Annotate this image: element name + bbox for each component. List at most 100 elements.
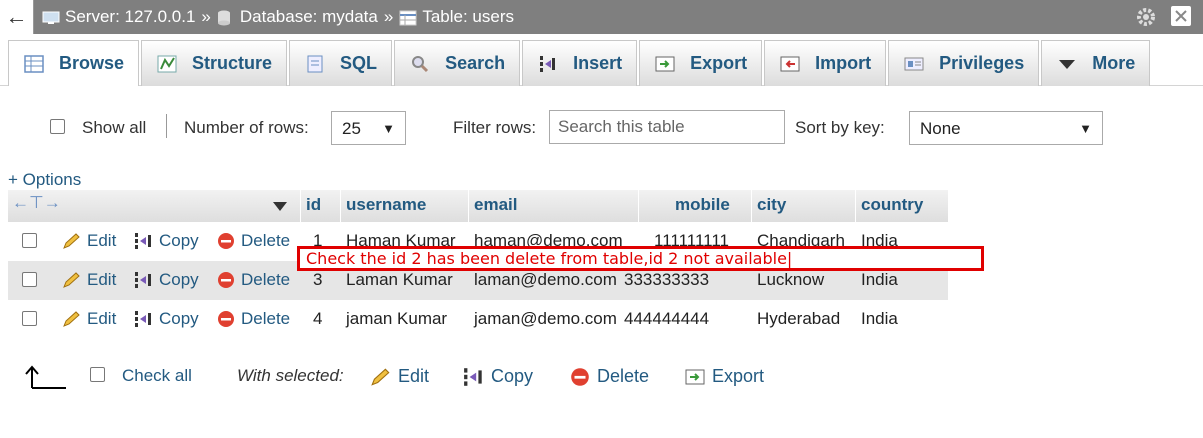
tab-search[interactable]: Search [394,40,521,86]
column-header-username[interactable]: username [346,195,426,215]
sort-by-value: None [920,119,961,138]
tab-label: Insert [573,53,623,73]
tab-label: Search [445,53,506,73]
edit-label: Edit [87,270,117,289]
row-checkbox[interactable] [22,311,37,326]
tab-privileges[interactable]: Privileges [888,40,1040,86]
bulk-copy-button[interactable]: Copy [463,366,533,387]
tab-export[interactable]: Export [639,40,763,86]
delete-icon [569,367,591,387]
cell-id: 3 [313,270,323,289]
copy-icon [134,232,154,250]
cell-email: jaman@demo.com [474,309,617,328]
bulk-delete-label: Delete [597,366,650,386]
cell-country: India [861,270,898,289]
table-header: ←⊤→ id username email mobile city countr… [8,190,948,222]
row-checkbox[interactable] [22,233,37,248]
table-icon [399,10,417,26]
sql-icon [304,54,326,74]
breadcrumb-server[interactable]: Server: 127.0.0.1 [65,7,195,27]
options-link[interactable]: + Options [8,170,81,190]
copy-icon [463,367,485,387]
column-header-city[interactable]: city [757,195,786,215]
copy-icon [134,271,154,289]
copy-label: Copy [159,270,199,289]
delete-button[interactable]: Delete [216,231,290,251]
tab-more[interactable]: More [1041,40,1151,86]
tab-structure[interactable]: Structure [141,40,288,86]
bulk-export-label: Export [712,366,765,386]
filter-rows-input[interactable]: Search this table [549,110,785,144]
filter-row: Show all Number of rows: 25 ▼ Filter row… [0,108,1203,148]
num-rows-select[interactable]: 25 ▼ [331,111,406,145]
check-all-label[interactable]: Check all [122,366,192,386]
bulk-edit-button[interactable]: Edit [370,366,429,387]
sort-menu-icon[interactable] [272,197,288,217]
tab-label: Import [815,53,872,73]
bulk-edit-label: Edit [398,366,430,386]
search-icon [409,54,431,74]
column-header-country[interactable]: country [861,195,923,215]
breadcrumb-table[interactable]: Table: users [422,7,514,27]
cell-username: Laman Kumar [346,270,453,289]
gear-icon[interactable] [1135,6,1157,28]
cell-city: Hyderabad [757,309,841,328]
column-header-id[interactable]: id [306,195,321,215]
bulk-delete-button[interactable]: Delete [569,366,649,387]
insert-icon [537,54,559,74]
edit-button[interactable]: Edit [62,231,116,251]
database-icon [217,10,235,26]
tab-label: More [1092,53,1136,73]
arrow-up-left-icon [22,364,68,390]
breadcrumb-separator: » [201,7,211,26]
chevron-down-icon: ▼ [1079,121,1092,136]
privileges-icon [903,54,925,74]
tab-import[interactable]: Import [764,40,887,86]
column-resize-icon[interactable]: ←⊤→ [12,193,61,213]
collapse-icon[interactable] [1171,6,1191,26]
tab-browse[interactable]: Browse [8,40,140,86]
num-rows-label: Number of rows: [184,118,309,137]
edit-button[interactable]: Edit [62,309,116,329]
column-header-email[interactable]: email [474,195,517,215]
pencil-icon [62,271,82,289]
delete-icon [216,232,236,250]
edit-label: Edit [87,309,117,328]
copy-button[interactable]: Copy [134,270,199,290]
top-bar: ← Server: 127.0.0.1 » Database: mydata »… [0,0,1203,34]
copy-button[interactable]: Copy [134,231,199,251]
annotation-note: Check the id 2 has been delete from tabl… [297,246,984,271]
filter-placeholder: Search this table [558,117,685,136]
bulk-export-button[interactable]: Export [684,366,764,387]
show-all-checkbox[interactable] [50,119,65,134]
filter-rows-label: Filter rows: [453,118,537,137]
structure-icon [156,54,178,74]
tab-sql[interactable]: SQL [289,40,393,86]
copy-label: Copy [159,231,199,250]
tab-label: Structure [192,53,273,73]
delete-label: Delete [241,309,291,328]
cell-mobile: 333333333 [624,270,710,289]
check-all-checkbox[interactable] [90,367,105,382]
tab-label: Browse [59,53,125,73]
show-all-label: Show all [82,118,147,137]
row-checkbox[interactable] [22,272,37,287]
copy-button[interactable]: Copy [134,309,199,329]
cell-id: 4 [313,309,323,328]
tab-label: Privileges [939,53,1025,73]
delete-button[interactable]: Delete [216,309,290,329]
edit-button[interactable]: Edit [62,270,116,290]
divider [166,114,167,138]
back-arrow-icon[interactable]: ← [0,0,34,34]
sort-by-select[interactable]: None ▼ [909,111,1103,145]
column-header-mobile[interactable]: mobile [675,195,730,215]
server-icon [42,10,60,24]
cell-mobile: 444444444 [624,309,710,328]
edit-label: Edit [87,231,117,250]
tab-insert[interactable]: Insert [522,40,638,86]
cell-country: India [861,309,898,328]
delete-button[interactable]: Delete [216,270,290,290]
tab-bar: Browse Structure SQL Search Insert Expor… [0,34,1203,86]
breadcrumb-database[interactable]: Database: mydata [240,7,378,27]
tab-label: Export [690,53,748,73]
